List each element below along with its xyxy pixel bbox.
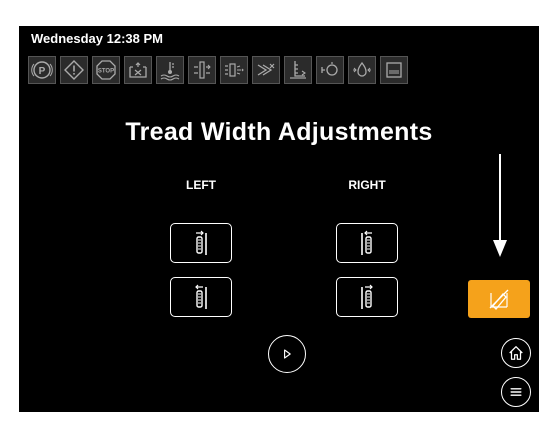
- annotation-arrow-icon: [493, 154, 507, 257]
- stop-icon: STOP: [92, 56, 120, 84]
- boom-fold-icon: [252, 56, 280, 84]
- page-title: Tread Width Adjustments: [125, 118, 433, 146]
- parking-brake-icon: P: [28, 56, 56, 84]
- tread-adjust-toggle-button[interactable]: [468, 280, 530, 318]
- right-column-label: RIGHT: [348, 178, 386, 192]
- coolant-temperature-icon: [156, 56, 184, 84]
- next-page-button[interactable]: [268, 335, 306, 373]
- tread-widen-left-icon: [196, 230, 207, 255]
- oil-pressure-icon: [348, 56, 376, 84]
- tread-narrow-right-icon: [361, 230, 372, 255]
- tread-narrow-left-icon: [195, 284, 207, 309]
- tread-lock-icon: [188, 56, 216, 84]
- menu-icon: [510, 388, 522, 396]
- left-tread-decrease-button[interactable]: [170, 277, 232, 317]
- right-tread-decrease-button[interactable]: [336, 223, 398, 263]
- play-icon: [284, 349, 291, 359]
- hydraulic-level-icon: [284, 56, 312, 84]
- svg-text:P: P: [39, 66, 46, 77]
- status-indicator-bar: P STOP: [28, 56, 408, 84]
- warning-icon: [60, 56, 88, 84]
- tread-widen-right-icon: [361, 284, 373, 309]
- tread-adjust-off-icon: [489, 289, 509, 310]
- engine-oil-icon: [316, 56, 344, 84]
- tank-level-icon: [380, 56, 408, 84]
- home-icon: [509, 346, 523, 360]
- menu-button[interactable]: [501, 377, 531, 407]
- left-tread-increase-button[interactable]: [170, 223, 232, 263]
- svg-text:STOP: STOP: [98, 69, 114, 75]
- right-tread-increase-button[interactable]: [336, 277, 398, 317]
- home-button[interactable]: [501, 338, 531, 368]
- fuel-filter-icon: [124, 56, 152, 84]
- left-column-label: LEFT: [186, 178, 216, 192]
- spray-icon: [220, 56, 248, 84]
- display-screen: Wednesday 12:38 PM P STOP Tread Width Ad…: [19, 26, 539, 412]
- datetime-label: Wednesday 12:38 PM: [31, 31, 163, 46]
